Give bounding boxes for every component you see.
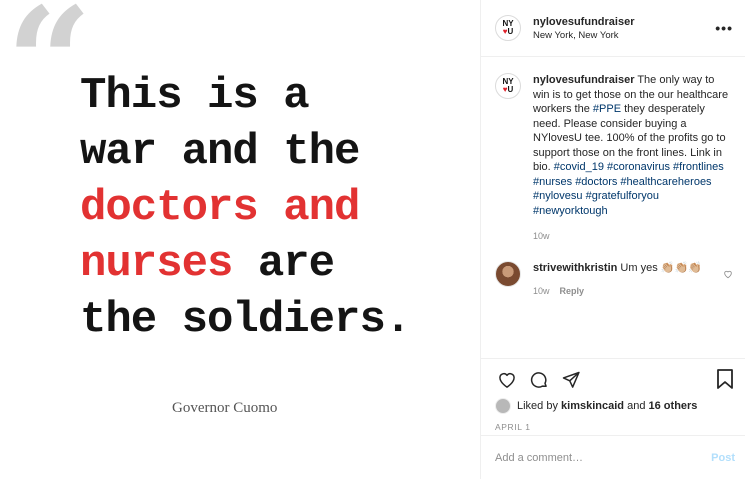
header-username[interactable]: nylovesufundraiser: [533, 16, 715, 28]
comment-body: strivewithkristin Um yes 👏🏼👏🏼👏🏼 10w Reply: [533, 261, 723, 298]
quote-text: This is a war and the doctors and nurses…: [80, 68, 470, 348]
post-header: NY ♥U nylovesufundraiser New York, New Y…: [481, 0, 745, 57]
caption: NY ♥U nylovesufundraiser The only way to…: [495, 73, 733, 244]
logo-heart-u: ♥U: [503, 86, 514, 94]
share-icon[interactable]: [559, 368, 583, 392]
liker-avatar[interactable]: [495, 398, 511, 414]
quote-line-2: war and the: [80, 127, 360, 177]
caption-time[interactable]: 10w: [533, 229, 733, 244]
profile-avatar[interactable]: NY ♥U: [495, 15, 521, 41]
header-text: nylovesufundraiser New York, New York: [533, 16, 715, 41]
save-bookmark-icon[interactable]: [715, 368, 735, 395]
quote-line-4: nurses are: [80, 236, 470, 292]
post-actions: Liked by kimskincaid and 16 others APRIL…: [481, 358, 745, 435]
instagram-post: “ This is a war and the doctors and nurs…: [0, 0, 745, 479]
liked-by-and: and: [627, 400, 646, 412]
quote-are-word: are: [232, 239, 335, 289]
logo-heart-u: ♥U: [503, 28, 514, 36]
logo-u-text: U: [507, 27, 514, 36]
post-sidebar: NY ♥U nylovesufundraiser New York, New Y…: [480, 0, 745, 479]
hashtag-ppe[interactable]: #PPE: [593, 103, 621, 115]
comment-meta: 10w Reply: [533, 284, 723, 298]
comment-avatar[interactable]: [495, 260, 521, 287]
quote-line-1: This is a: [80, 71, 310, 121]
quote-attribution: Governor Cuomo: [172, 400, 278, 416]
logo-u-text: U: [507, 85, 514, 94]
comment-icon[interactable]: [527, 368, 551, 392]
quote-mark: “: [6, 0, 92, 151]
more-options-icon[interactable]: •••: [715, 20, 733, 36]
caption-hashtags[interactable]: #covid_19 #coronavirus #frontlines #nurs…: [533, 161, 724, 217]
post-comment-button[interactable]: Post: [711, 452, 735, 464]
quote-nurses-word: nurses: [80, 239, 233, 289]
post-image[interactable]: “ This is a war and the doctors and nurs…: [0, 0, 480, 479]
liked-by-user[interactable]: kimskincaid: [561, 400, 624, 412]
comment-input[interactable]: [495, 451, 712, 464]
comment-like-icon[interactable]: [723, 269, 733, 281]
comments-section[interactable]: NY ♥U nylovesufundraiser The only way to…: [481, 57, 745, 358]
reply-button[interactable]: Reply: [560, 286, 585, 296]
caption-avatar[interactable]: NY ♥U: [495, 73, 521, 99]
add-comment-bar: Post: [481, 435, 745, 479]
liked-by-prefix: Liked by: [517, 400, 558, 412]
quote-line-5: the soldiers.: [80, 295, 411, 345]
comment: strivewithkristin Um yes 👏🏼👏🏼👏🏼 10w Reply: [495, 260, 733, 298]
post-date[interactable]: APRIL 1: [495, 422, 733, 432]
like-icon[interactable]: [495, 368, 519, 392]
likes-others-link[interactable]: 16 others: [649, 400, 698, 412]
comment-time[interactable]: 10w: [533, 286, 550, 296]
action-icons: [495, 367, 733, 393]
comment-username[interactable]: strivewithkristin: [533, 262, 617, 274]
caption-username[interactable]: nylovesufundraiser: [533, 74, 634, 86]
header-location[interactable]: New York, New York: [533, 30, 715, 41]
comment-text: Um yes 👏🏼👏🏼👏🏼: [617, 261, 702, 274]
likes-summary: Liked by kimskincaid and 16 others: [495, 398, 733, 414]
quote-line-3: doctors and: [80, 183, 360, 233]
caption-body: nylovesufundraiser The only way to win i…: [533, 73, 733, 244]
